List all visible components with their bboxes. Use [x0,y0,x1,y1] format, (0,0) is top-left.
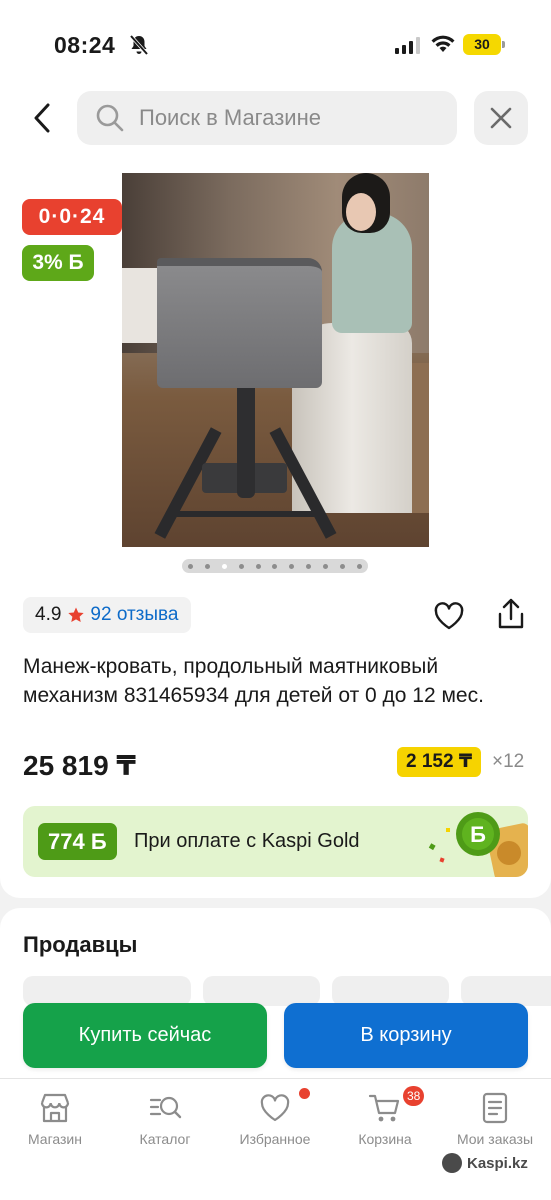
chevron-left-icon [34,103,50,133]
pagination-dot[interactable] [356,563,362,569]
pagination-dot[interactable] [323,563,329,569]
pagination-dot[interactable] [221,563,227,569]
product-price: 25 819 ₸ [23,750,136,781]
pagination-dot[interactable] [255,563,261,569]
kaspi-gold-card-icon: Б [428,812,528,877]
reviews-link[interactable]: 92 отзыва [90,604,178,626]
tab-label: Мои заказы [456,1131,534,1147]
pagination-dot[interactable] [204,563,210,569]
battery-indicator: 30 [463,34,501,55]
tab-my-orders[interactable]: Мои заказы [440,1079,550,1159]
back-button[interactable] [26,100,58,136]
tab-label: Каталог [139,1131,191,1147]
search-input[interactable] [139,105,419,131]
pagination-dot[interactable] [289,563,295,569]
seller-filter-chip[interactable] [461,976,551,1006]
pagination-dot[interactable] [188,563,193,569]
seller-filter-chip[interactable] [332,976,449,1006]
tab-label: Избранное [239,1131,311,1147]
bell-muted-icon [129,34,149,56]
kaspi-gold-banner[interactable]: 774 Б При оплате с Kaspi Gold Б [23,806,528,877]
image-pagination[interactable] [182,559,368,573]
pagination-dot[interactable] [340,563,346,569]
seller-filter-chip[interactable] [203,976,320,1006]
star-icon [68,607,85,623]
close-button[interactable] [474,91,528,145]
wifi-icon [431,35,455,52]
status-time: 08:24 [54,32,116,58]
cart-count-badge: 38 [403,1086,425,1106]
share-icon[interactable] [496,597,526,631]
kaspi-logo-icon [442,1153,462,1173]
product-card: 0·0·24 3% Б 4.9 92 отзыва Манеж-кровать,… [0,156,551,898]
close-icon [490,107,512,129]
rating-chip[interactable]: 4.9 92 отзыва [23,597,191,633]
tab-catalog[interactable]: Каталог [110,1079,220,1159]
bonus-badge: 3% Б [22,245,94,281]
buy-now-button[interactable]: Купить сейчас [23,1003,267,1068]
battery-cap [502,41,505,48]
tab-label: Магазин [27,1131,82,1147]
add-to-cart-button[interactable]: В корзину [284,1003,528,1068]
pagination-dot[interactable] [272,563,278,569]
tab-label: Корзина [358,1131,412,1147]
cell-signal-icon [395,36,420,54]
status-bar: 08:24 30 [0,0,551,86]
search-icon [96,104,124,132]
installment-badge: 2 152 ₸ [397,747,482,777]
seller-filter-chip[interactable] [23,976,191,1006]
product-image[interactable] [122,173,429,547]
watermark-text: Kaspi.kz [467,1154,528,1172]
favorite-heart-icon[interactable] [433,601,465,631]
bottom-tab-bar: Магазин Каталог Избранное 38 Корзина Мои… [0,1078,551,1200]
store-icon [40,1093,70,1123]
catalog-icon [149,1096,182,1119]
sellers-title: Продавцы [23,932,138,957]
installment-multiplier: ×12 [492,751,525,772]
pagination-dot[interactable] [306,563,312,569]
cart-icon [368,1094,400,1122]
kaspi-watermark: Kaspi.kz [442,1153,528,1173]
tab-cart[interactable]: 38 Корзина [330,1079,440,1159]
favorites-indicator-dot [299,1088,310,1099]
gold-bonus-amount: 774 Б [38,823,117,860]
pagination-dot[interactable] [238,563,244,569]
orders-icon [482,1092,508,1124]
product-title: Манеж-кровать, продольный маятниковый ме… [23,655,484,707]
search-header [0,86,551,156]
rating-value: 4.9 [35,604,62,625]
svg-text:Б: Б [470,822,486,847]
search-bar[interactable] [77,91,457,145]
tab-store[interactable]: Магазин [0,1079,110,1159]
gold-bonus-text: При оплате с Kaspi Gold [134,830,360,852]
heart-icon [260,1094,290,1122]
tab-favorites[interactable]: Избранное [220,1079,330,1159]
timer-badge: 0·0·24 [22,199,122,235]
